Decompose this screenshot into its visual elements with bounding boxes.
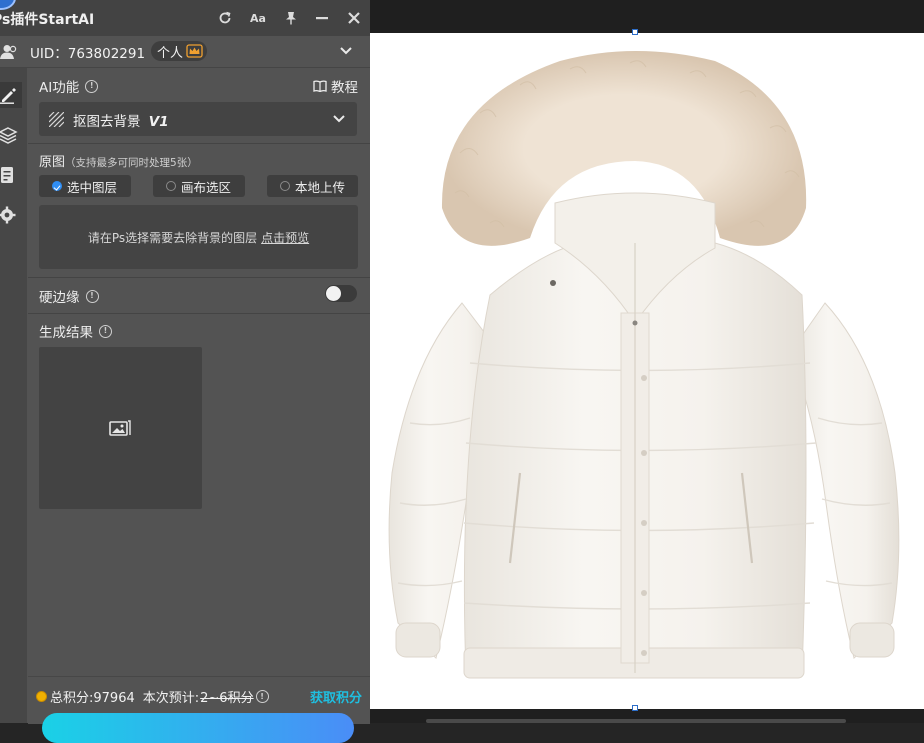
radio-checked-icon bbox=[52, 181, 62, 191]
radio-unchecked-icon bbox=[280, 181, 290, 191]
font-size-label: Aa bbox=[250, 11, 266, 25]
chevron-down-icon[interactable] bbox=[340, 47, 352, 55]
hard-edge-toggle[interactable] bbox=[325, 285, 357, 302]
transform-handle-bottom[interactable] bbox=[632, 705, 638, 711]
canvas-document[interactable] bbox=[370, 33, 924, 709]
hard-edge-label: 硬边缘 bbox=[39, 290, 80, 306]
source-option-label: 本地上传 bbox=[295, 179, 346, 195]
info-icon[interactable]: ! bbox=[85, 289, 99, 303]
preview-link[interactable]: 点击预览 bbox=[261, 229, 309, 246]
horizontal-scrollbar[interactable] bbox=[426, 719, 846, 723]
source-option-label: 画布选区 bbox=[181, 179, 232, 195]
document-icon[interactable] bbox=[0, 166, 18, 184]
result-heading: 生成结果 ! bbox=[39, 321, 112, 341]
generate-button[interactable] bbox=[42, 713, 354, 743]
edit-icon[interactable] bbox=[0, 86, 18, 104]
radio-unchecked-icon bbox=[166, 181, 176, 191]
chevron-down-icon bbox=[333, 115, 345, 123]
info-icon[interactable]: ! bbox=[99, 324, 112, 338]
ai-function-heading: AI功能 ! bbox=[39, 76, 99, 96]
white-jacket-image bbox=[388, 51, 900, 679]
section-divider bbox=[28, 277, 370, 278]
tutorial-label: 教程 bbox=[331, 80, 358, 96]
selected-function-label: 抠图去背景 V1 bbox=[73, 110, 169, 130]
tutorial-link[interactable]: 教程 bbox=[313, 76, 358, 96]
version-mark: V1 bbox=[148, 114, 169, 130]
layers-icon[interactable] bbox=[0, 126, 18, 144]
plugin-title: Ps插件StartAI bbox=[0, 12, 95, 28]
result-preview-box[interactable] bbox=[39, 347, 202, 509]
plugin-title-bar[interactable]: Ps插件StartAI Aa bbox=[0, 0, 370, 37]
source-note: （支持最多可同时处理5张） bbox=[65, 157, 198, 169]
info-icon[interactable]: ! bbox=[255, 690, 269, 703]
crown-icon bbox=[186, 44, 203, 58]
plugin-main-content: AI功能 ! 教程 抠图去背景 V1 原图（支持最多可同时处理5张） 选中图层 … bbox=[28, 68, 370, 723]
info-icon[interactable]: ! bbox=[85, 79, 99, 93]
users-icon bbox=[0, 45, 17, 59]
minimize-icon[interactable] bbox=[312, 8, 332, 28]
estimate-label: 本次预计: bbox=[142, 691, 200, 706]
image-placeholder-icon bbox=[109, 420, 131, 436]
source-option-local-upload[interactable]: 本地上传 bbox=[267, 175, 358, 197]
pin-icon[interactable] bbox=[281, 8, 301, 28]
source-image-heading: 原图（支持最多可同时处理5张） bbox=[39, 151, 198, 170]
hard-edge-heading: 硬边缘 ! bbox=[39, 286, 99, 306]
transform-handle-top[interactable] bbox=[632, 29, 638, 35]
source-option-canvas-selection[interactable]: 画布选区 bbox=[153, 175, 245, 197]
result-label: 生成结果 bbox=[39, 325, 93, 341]
startai-plugin-panel: Ps插件StartAI Aa UID：763802291 个人 AI功能 ! 教… bbox=[0, 0, 370, 743]
ai-function-select[interactable]: 抠图去背景 V1 bbox=[39, 102, 357, 136]
user-bar: UID：763802291 个人 bbox=[0, 36, 370, 68]
section-divider bbox=[28, 143, 370, 144]
source-option-selected-layer[interactable]: 选中图层 bbox=[39, 175, 131, 197]
plan-label: 个人 bbox=[157, 45, 184, 61]
toggle-knob bbox=[326, 286, 341, 301]
source-label: 原图 bbox=[39, 155, 66, 170]
left-tool-rail bbox=[0, 68, 27, 723]
user-id-label: UID：763802291 bbox=[30, 46, 146, 62]
source-option-label: 选中图层 bbox=[67, 179, 118, 195]
section-divider bbox=[28, 313, 370, 314]
close-icon[interactable] bbox=[344, 8, 364, 28]
estimate-value: 2~6积分 bbox=[200, 691, 254, 706]
settings-icon[interactable] bbox=[0, 206, 18, 224]
selected-function-name: 抠图去背景 bbox=[73, 114, 141, 130]
coin-icon bbox=[36, 691, 47, 702]
canvas-top-bar bbox=[370, 0, 924, 33]
source-hint-box: 请在Ps选择需要去除背景的图层 点击预览 bbox=[39, 205, 358, 269]
font-size-icon[interactable]: Aa bbox=[248, 8, 268, 28]
book-icon bbox=[313, 80, 327, 92]
cutout-icon bbox=[49, 112, 64, 127]
ai-function-label: AI功能 bbox=[39, 80, 80, 96]
plugin-footer: 总积分:97964 本次预计: 2~6积分 ! 获取积分 bbox=[28, 676, 370, 743]
total-points: 总积分:97964 bbox=[50, 691, 135, 706]
plan-badge[interactable]: 个人 bbox=[151, 41, 208, 61]
refresh-icon[interactable] bbox=[215, 8, 235, 28]
get-points-link[interactable]: 获取积分 bbox=[310, 687, 362, 706]
points-summary: 总积分:97964 本次预计: 2~6积分 ! bbox=[36, 687, 269, 706]
source-hint: 请在Ps选择需要去除背景的图层 bbox=[87, 230, 258, 245]
